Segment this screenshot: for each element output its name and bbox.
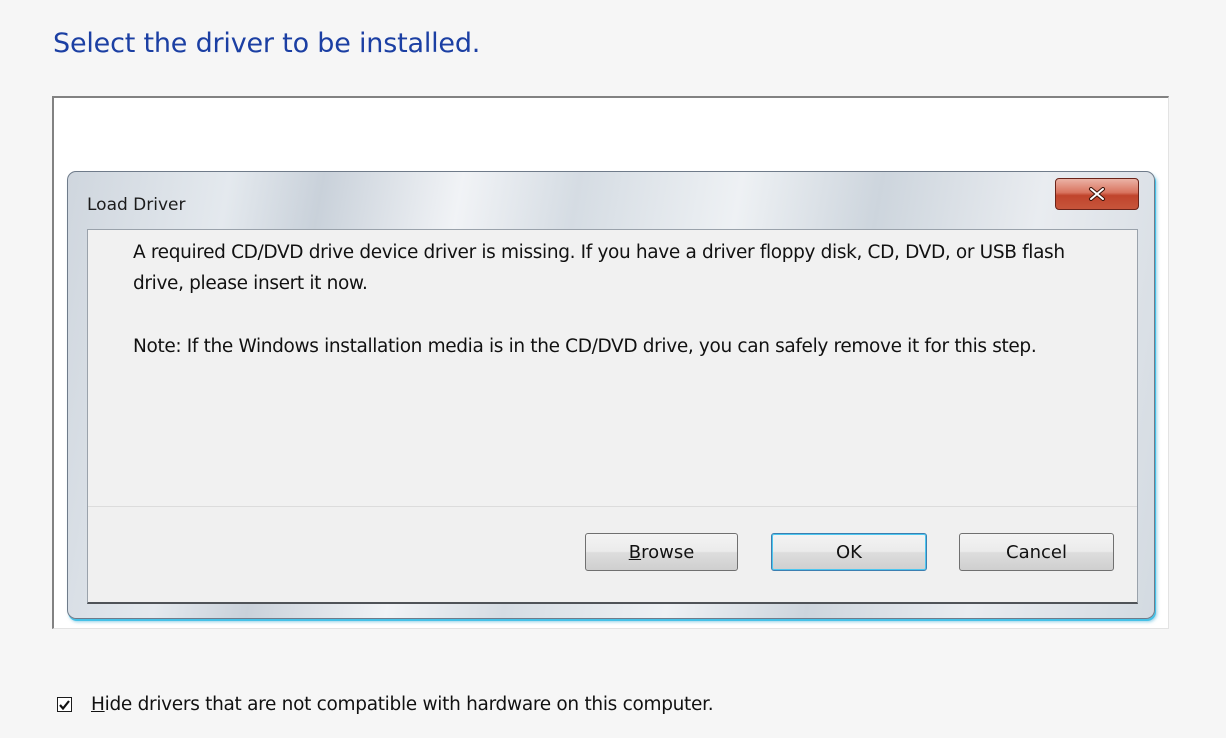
browse-label: rowse — [641, 541, 695, 563]
dialog-title: Load Driver — [87, 195, 186, 215]
cancel-label: Cancel — [1006, 541, 1067, 563]
close-button[interactable] — [1055, 178, 1139, 210]
hide-incompatible-checkbox[interactable] — [57, 697, 72, 712]
hide-incompatible-label: Hide drivers that are not compatible wit… — [91, 694, 714, 715]
note-message: Note: If the Windows installation media … — [133, 336, 1037, 357]
button-bar: Browse OK Cancel — [88, 506, 1137, 602]
load-driver-dialog: Load Driver A required CD/DVD drive devi… — [67, 171, 1155, 619]
page-title: Select the driver to be installed. — [53, 28, 481, 59]
hide-incompatible-option[interactable]: Hide drivers that are not compatible wit… — [57, 694, 714, 715]
ok-button[interactable]: OK — [771, 533, 927, 571]
browse-button[interactable]: Browse — [585, 533, 738, 571]
cancel-button[interactable]: Cancel — [959, 533, 1114, 571]
ok-label: OK — [836, 541, 862, 563]
close-x-icon — [1088, 187, 1106, 201]
hide-label-text: ide drivers that are not compatible with… — [104, 694, 714, 715]
checkmark-icon — [59, 699, 70, 710]
browse-accel: B — [628, 541, 642, 563]
hide-accel: H — [91, 694, 105, 715]
dialog-body: A required CD/DVD drive device driver is… — [87, 229, 1138, 604]
missing-driver-message: A required CD/DVD drive device driver is… — [133, 242, 1065, 294]
